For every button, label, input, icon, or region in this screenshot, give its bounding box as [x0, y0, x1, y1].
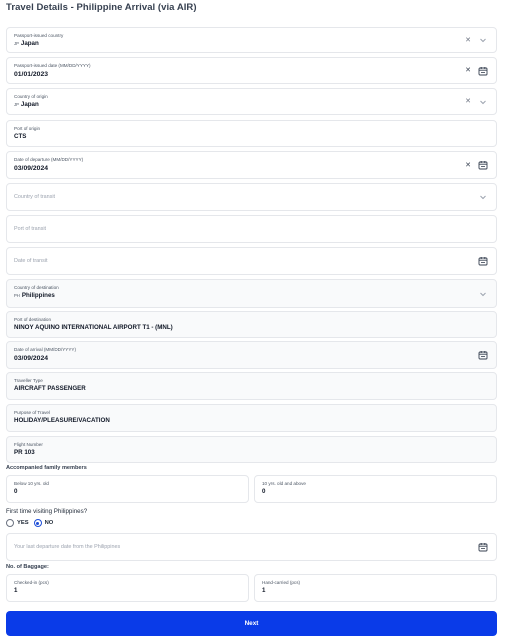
- clear-icon[interactable]: ✕: [465, 37, 471, 44]
- clear-icon[interactable]: ✕: [465, 162, 471, 169]
- chevron-down-icon[interactable]: [478, 289, 488, 299]
- field-placeholder: Port of transit: [14, 226, 47, 232]
- calendar-icon[interactable]: [478, 160, 488, 170]
- calendar-icon[interactable]: [478, 256, 488, 266]
- field-value: NINOY AQUINO INTERNATIONAL AIRPORT T1 - …: [14, 324, 173, 331]
- chevron-down-icon[interactable]: [478, 97, 488, 107]
- baggage-checked-input[interactable]: Checked-in (pcs) 1: [6, 574, 249, 602]
- chevron-down-icon[interactable]: [478, 35, 488, 45]
- field-value: CTS: [14, 133, 27, 140]
- clear-icon[interactable]: ✕: [465, 98, 471, 105]
- port-origin-input[interactable]: Port of origin CTS: [6, 120, 497, 147]
- field-value: JP Japan: [14, 40, 39, 47]
- field-label: Flight Number: [14, 442, 43, 447]
- baggage-hand-input[interactable]: Hand-carried (pcs) 1: [254, 574, 497, 602]
- flag-jp: JP: [14, 41, 19, 46]
- clear-icon[interactable]: ✕: [465, 67, 471, 74]
- field-value: AIRCRAFT PASSENGER: [14, 385, 86, 392]
- radio-yes[interactable]: [6, 519, 14, 527]
- field-label: Passport-issued country: [14, 33, 64, 38]
- passport-date-input[interactable]: Passport-issued date (MM/DD/YYYY) 01/01/…: [6, 57, 497, 84]
- field-placeholder: Date of transit: [14, 258, 48, 264]
- field-label: Checked-in (pcs): [14, 580, 49, 585]
- radio-no-label[interactable]: NO: [45, 520, 54, 526]
- field-value: 03/09/2024: [14, 165, 49, 172]
- chevron-down-icon[interactable]: [478, 192, 488, 202]
- field-label: Below 10 yrs. old: [14, 481, 49, 486]
- country-transit-select[interactable]: Country of transit: [6, 183, 497, 211]
- field-label: Purpose of Travel: [14, 410, 51, 415]
- family-above-10-input[interactable]: 10 yrs. old and above 0: [254, 475, 497, 503]
- first-time-question: First time visiting Philippines?: [6, 508, 88, 515]
- traveller-type-field: Traveller Type AIRCRAFT PASSENGER: [6, 372, 497, 400]
- calendar-icon[interactable]: [478, 66, 488, 76]
- field-label: Country of destination: [14, 285, 59, 290]
- field-label: Hand-carried (pcs): [262, 580, 301, 585]
- family-heading: Accompanied family members: [6, 465, 87, 471]
- transit-date-input[interactable]: Date of transit: [6, 247, 497, 275]
- field-value: PR 103: [14, 449, 35, 456]
- flag-jp: JP: [14, 102, 19, 107]
- field-value: HOLIDAY/PLEASURE/VACATION: [14, 417, 110, 424]
- field-placeholder: Your last departure date from the Philip…: [14, 544, 121, 550]
- field-value: JP Japan: [14, 101, 39, 108]
- field-label: 10 yrs. old and above: [262, 481, 306, 486]
- arrival-date-input[interactable]: Date of arrival (MM/DD/YYYY) 03/09/2024: [6, 341, 497, 369]
- port-transit-input[interactable]: Port of transit: [6, 215, 497, 243]
- passport-country-select[interactable]: Passport-issued country JP Japan ✕: [6, 27, 497, 53]
- country-origin-select[interactable]: Country of origin JP Japan ✕: [6, 88, 497, 115]
- field-value: 1: [14, 587, 18, 594]
- field-label: Country of origin: [14, 94, 48, 99]
- last-departure-date-input[interactable]: Your last departure date from the Philip…: [6, 533, 497, 561]
- first-time-radio-group: YES NO: [6, 519, 58, 527]
- field-label: Port of destination: [14, 317, 52, 322]
- field-label: Date of departure (MM/DD/YYYY): [14, 157, 84, 162]
- field-value: 0: [14, 488, 18, 495]
- port-destination-input: Port of destination NINOY AQUINO INTERNA…: [6, 311, 497, 338]
- field-value: PH Philippines: [14, 292, 55, 299]
- field-label: Port of origin: [14, 126, 41, 131]
- flag-ph: PH: [14, 293, 20, 298]
- field-label: Traveller Type: [14, 378, 43, 383]
- calendar-icon[interactable]: [478, 542, 488, 552]
- field-value: 01/01/2023: [14, 71, 49, 78]
- field-value: 0: [262, 488, 266, 495]
- purpose-travel-field: Purpose of Travel HOLIDAY/PLEASURE/VACAT…: [6, 404, 497, 432]
- field-placeholder: Country of transit: [14, 194, 56, 200]
- calendar-icon[interactable]: [478, 350, 488, 360]
- field-label: Passport-issued date (MM/DD/YYYY): [14, 63, 91, 68]
- family-below-10-input[interactable]: Below 10 yrs. old 0: [6, 475, 249, 503]
- radio-yes-label[interactable]: YES: [17, 520, 29, 526]
- field-value: 1: [262, 587, 266, 594]
- next-button[interactable]: Next: [6, 611, 497, 636]
- flight-number-field: Flight Number PR 103: [6, 436, 497, 463]
- radio-no[interactable]: [33, 519, 42, 527]
- departure-date-input[interactable]: Date of departure (MM/DD/YYYY) 03/09/202…: [6, 151, 497, 179]
- country-destination-select[interactable]: Country of destination PH Philippines: [6, 279, 497, 308]
- field-label: Date of arrival (MM/DD/YYYY): [14, 347, 77, 352]
- baggage-heading: No. of Baggage:: [6, 564, 49, 570]
- page-title: Travel Details - Philippine Arrival (via…: [6, 2, 197, 13]
- field-value: 03/09/2024: [14, 355, 49, 362]
